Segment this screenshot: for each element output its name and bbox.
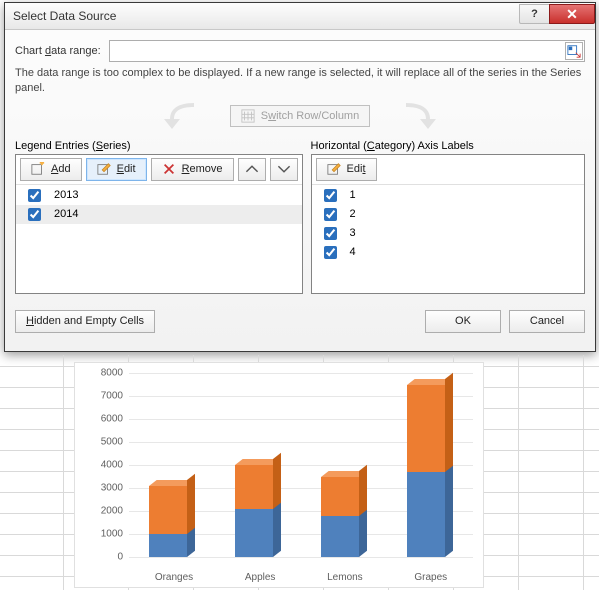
series-checkbox[interactable] (28, 208, 41, 221)
category-pane: Horizontal (Category) Axis Labels Edit 1 (311, 140, 585, 294)
chart[interactable]: 010002000300040005000600070008000 Orange… (74, 362, 484, 588)
hidden-empty-cells-button[interactable]: Hidden and Empty Cells (15, 310, 155, 333)
select-data-source-dialog: Select Data Source ? ✕ Chart data range: (4, 2, 596, 352)
edit-series-button[interactable]: Edit (86, 158, 147, 181)
add-icon (31, 162, 45, 176)
list-item[interactable]: 2 (312, 205, 584, 224)
chart-plot: 010002000300040005000600070008000 (129, 373, 473, 557)
add-label: dd (58, 163, 70, 175)
edit-icon (97, 162, 111, 176)
move-up-button[interactable] (238, 158, 266, 181)
category-list[interactable]: 1 2 3 4 (312, 185, 584, 293)
collapse-dialog-button[interactable] (565, 42, 583, 60)
ytick-label: 1000 (83, 529, 123, 540)
xlabel: Grapes (414, 572, 447, 583)
chart-xlabels: Oranges Apples Lemons Grapes (129, 572, 473, 583)
list-item[interactable]: 4 (312, 243, 584, 262)
chevron-down-icon (277, 162, 291, 176)
series-pane-label: Legend Entries (Series) (15, 140, 303, 152)
move-down-button[interactable] (270, 158, 298, 181)
category-item-label: 2 (350, 208, 356, 220)
category-pane-label: Horizontal (Category) Axis Labels (311, 140, 585, 152)
list-item[interactable]: 3 (312, 224, 584, 243)
close-icon: ✕ (566, 6, 578, 23)
add-series-button[interactable]: Add (20, 158, 82, 181)
remove-icon (162, 162, 176, 176)
xlabel: Apples (245, 572, 276, 583)
xlabel: Lemons (327, 572, 363, 583)
help-icon: ? (531, 8, 538, 20)
series-item-label: 2013 (54, 189, 78, 201)
category-checkbox[interactable] (324, 189, 337, 202)
list-item[interactable]: 2014 (16, 205, 302, 224)
ytick-label: 4000 (83, 460, 123, 471)
data-range-input[interactable] (109, 40, 585, 62)
edit-category-button[interactable]: Edit (316, 158, 377, 181)
ytick-label: 6000 (83, 414, 123, 425)
switch-row-column-button[interactable]: Switch Row/Column (230, 105, 370, 127)
ytick-label: 2000 (83, 506, 123, 517)
category-checkbox[interactable] (324, 246, 337, 259)
title-bar: Select Data Source ? ✕ (5, 3, 595, 30)
range-note: The data range is too complex to be disp… (15, 66, 585, 96)
xlabel: Oranges (155, 572, 193, 583)
series-pane: Legend Entries (Series) Add Edit (15, 140, 303, 294)
remove-series-button[interactable]: Remove (151, 158, 234, 181)
arrow-right-icon (370, 101, 442, 131)
help-button[interactable]: ? (519, 4, 549, 24)
ok-button[interactable]: OK (425, 310, 501, 333)
list-item[interactable]: 2013 (16, 186, 302, 205)
ytick-label: 3000 (83, 483, 123, 494)
dialog-title: Select Data Source (13, 9, 116, 23)
cancel-button[interactable]: Cancel (509, 310, 585, 333)
data-range-label: Chart data range: (15, 45, 101, 57)
category-item-label: 1 (350, 189, 356, 201)
range-picker-icon (567, 44, 581, 58)
category-checkbox[interactable] (324, 208, 337, 221)
ytick-label: 5000 (83, 437, 123, 448)
series-item-label: 2014 (54, 208, 78, 220)
edit-icon (327, 162, 341, 176)
edit-label: dit (124, 163, 136, 175)
category-checkbox[interactable] (324, 227, 337, 240)
arrow-left-icon (158, 101, 230, 131)
list-item[interactable]: 1 (312, 186, 584, 205)
switch-icon (241, 109, 255, 123)
series-checkbox[interactable] (28, 189, 41, 202)
close-button[interactable]: ✕ (549, 4, 595, 24)
series-list[interactable]: 2013 2014 (16, 185, 302, 293)
remove-label: emove (190, 163, 223, 175)
ytick-label: 0 (83, 552, 123, 563)
category-item-label: 4 (350, 246, 356, 258)
chevron-up-icon (245, 162, 259, 176)
category-item-label: 3 (350, 227, 356, 239)
ytick-label: 8000 (83, 368, 123, 379)
ytick-label: 7000 (83, 391, 123, 402)
